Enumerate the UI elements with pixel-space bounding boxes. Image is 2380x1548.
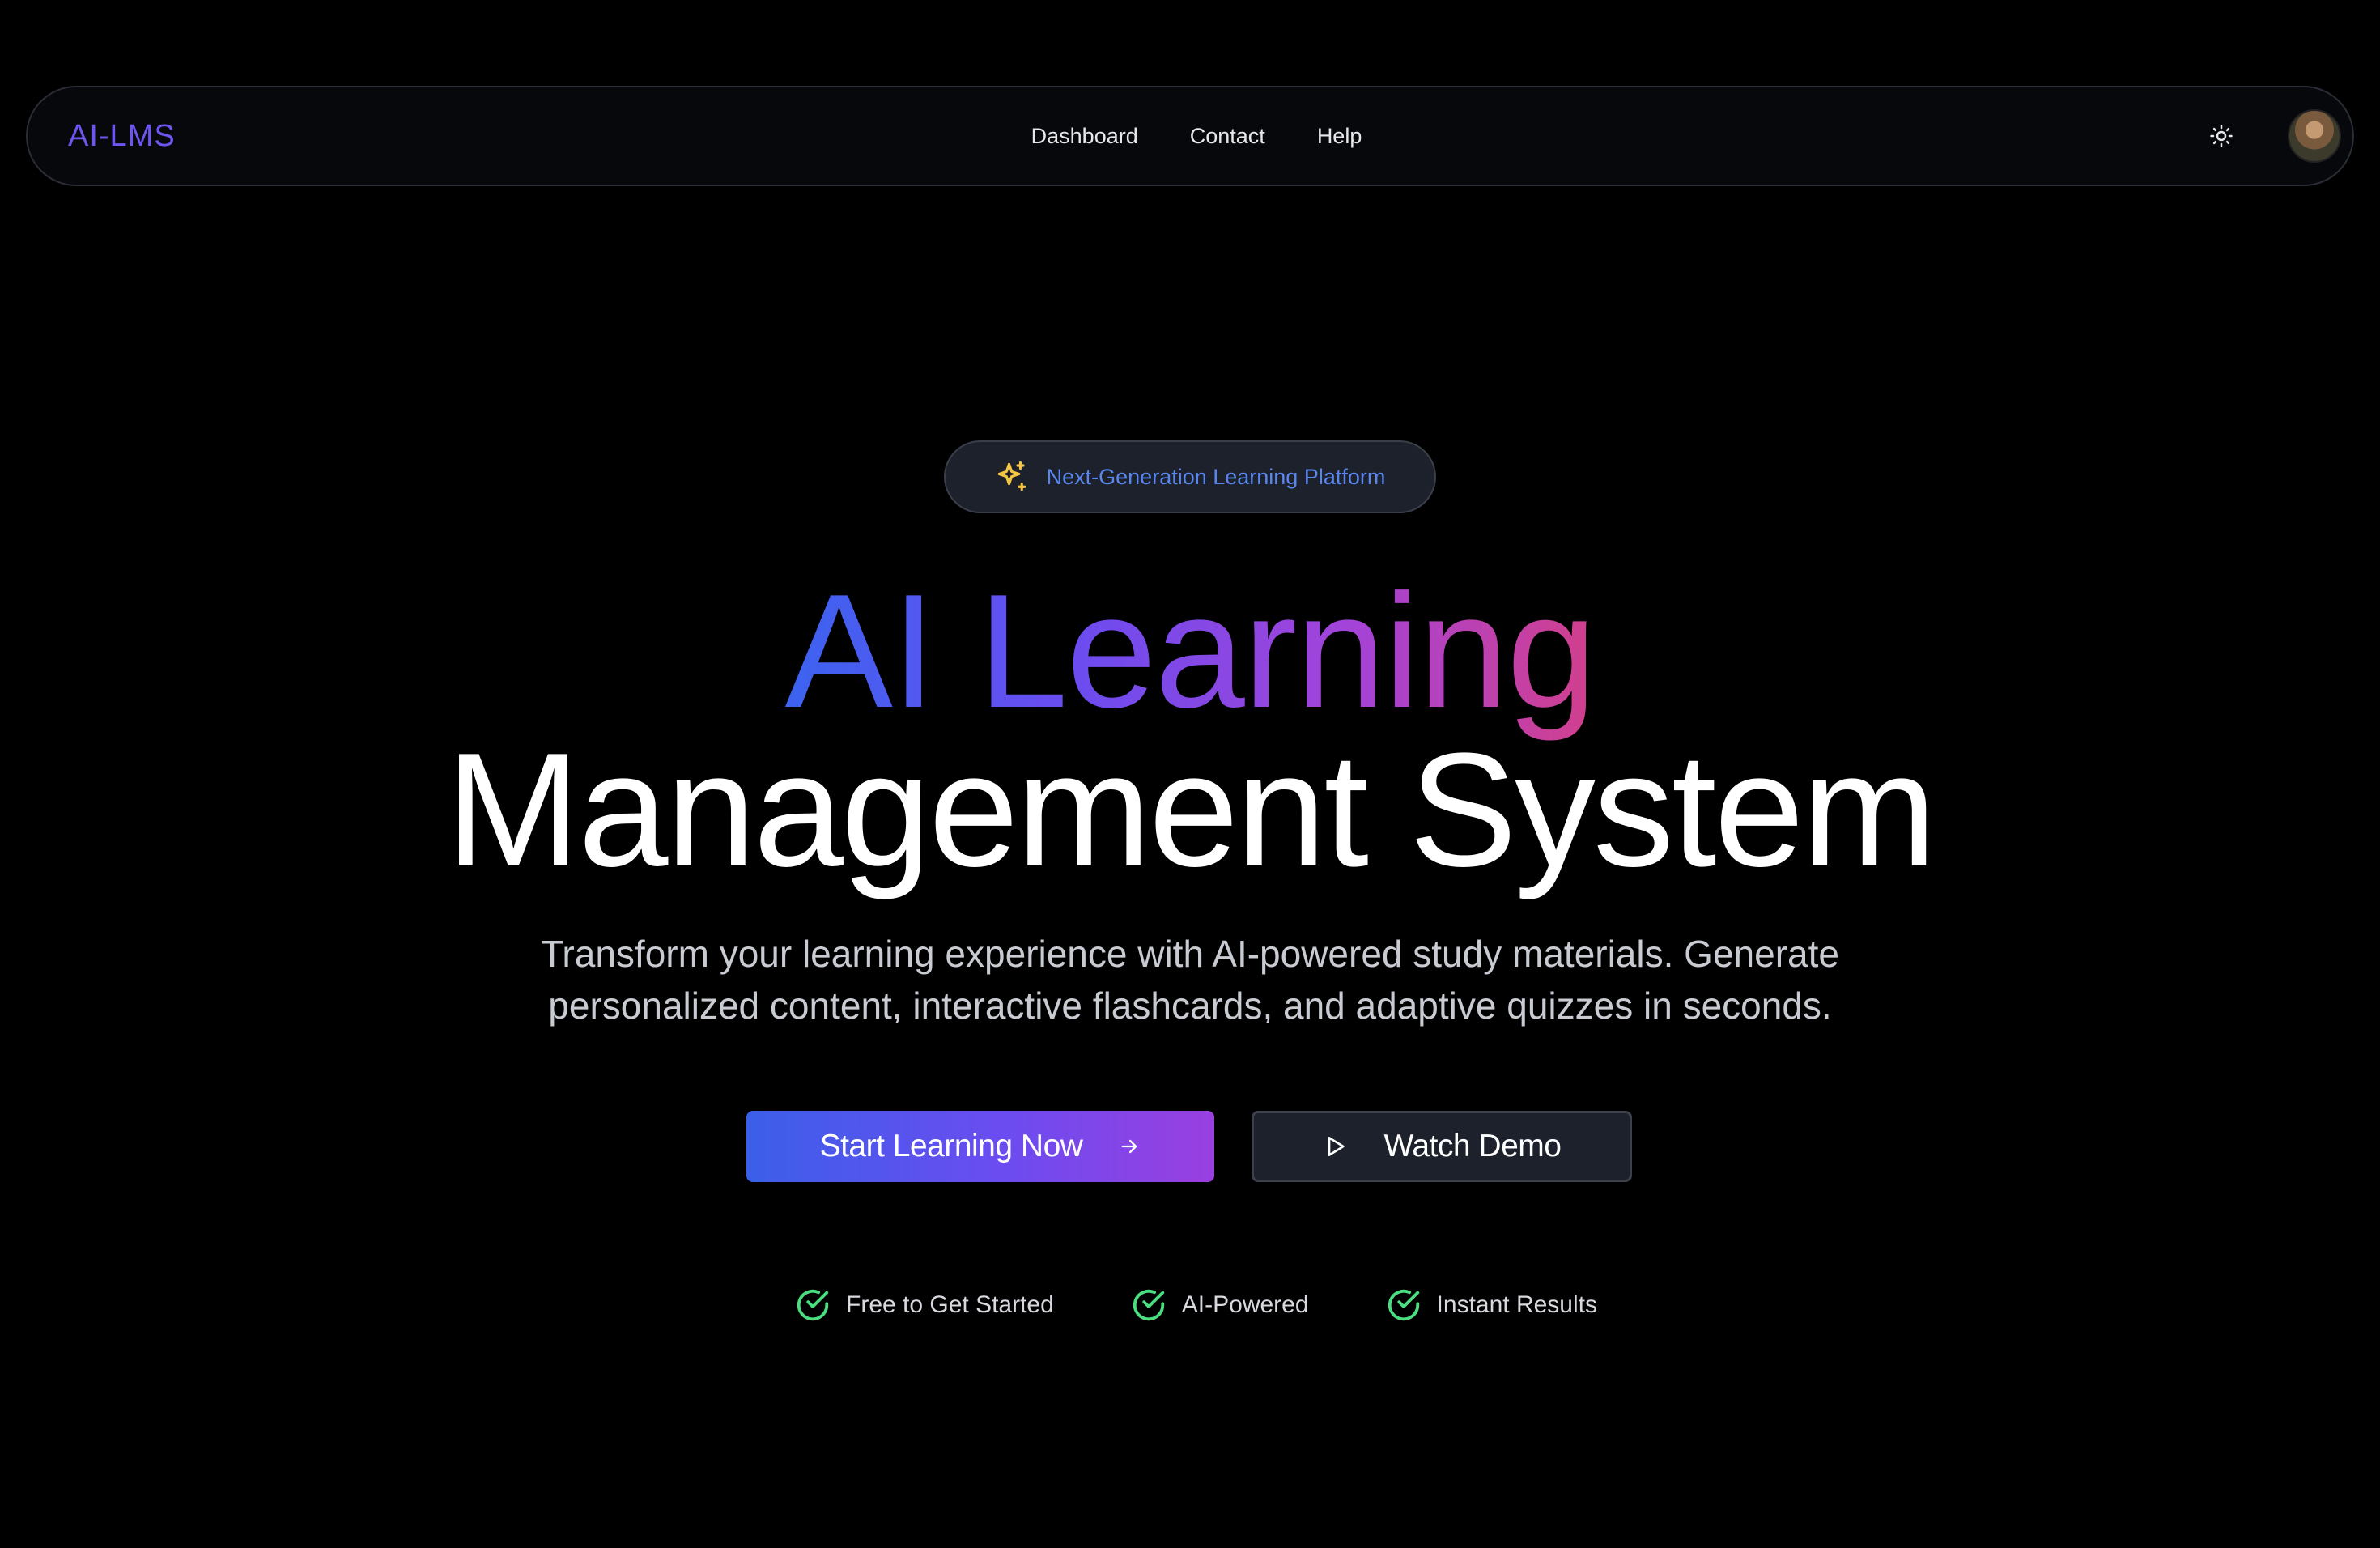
- headline-gradient: AI Learning: [784, 561, 1597, 742]
- start-learning-label: Start Learning Now: [819, 1129, 1083, 1163]
- sparkles-icon: [997, 461, 1026, 491]
- arrow-right-icon: [1122, 1139, 1137, 1154]
- feature-item: Instant Results: [1385, 1286, 1597, 1324]
- user-avatar[interactable]: [2288, 109, 2341, 163]
- nav-link-contact[interactable]: Contact: [1190, 124, 1265, 149]
- hero-subtitle: Transform your learning experience with …: [461, 928, 1919, 1031]
- feature-item: AI-Powered: [1130, 1286, 1309, 1324]
- platform-badge: Next-Generation Learning Platform: [944, 440, 1436, 513]
- watch-demo-button[interactable]: Watch Demo: [1252, 1111, 1632, 1182]
- feature-item: Free to Get Started: [794, 1286, 1054, 1324]
- feature-label: AI-Powered: [1181, 1291, 1309, 1318]
- nav-link-dashboard[interactable]: Dashboard: [1031, 124, 1138, 149]
- check-circle-icon: [1133, 1289, 1164, 1321]
- nav-link-help[interactable]: Help: [1317, 124, 1362, 149]
- theme-toggle-button[interactable]: [2202, 117, 2241, 155]
- feature-label: Instant Results: [1436, 1291, 1597, 1318]
- landing-page: AI-LMS Dashboard Contact Help Next-Gener…: [0, 0, 2380, 1548]
- check-circle-icon: [797, 1289, 829, 1321]
- play-icon: [1328, 1137, 1345, 1156]
- top-navbar: AI-LMS Dashboard Contact Help: [26, 86, 2354, 186]
- check-circle-icon: [1388, 1289, 1419, 1321]
- subtitle-line-1: Transform your learning experience with …: [541, 933, 1839, 975]
- feature-label: Free to Get Started: [846, 1291, 1054, 1318]
- sun-icon: [2210, 125, 2233, 147]
- headline-plain: Management System: [445, 720, 1937, 900]
- start-learning-button[interactable]: Start Learning Now: [746, 1111, 1214, 1182]
- nav-links: Dashboard Contact Help: [28, 87, 2352, 185]
- feature-list: Free to Get Started AI-Powered Instant R…: [0, 1284, 2380, 1326]
- badge-text: Next-Generation Learning Platform: [1046, 464, 1386, 489]
- watch-demo-label: Watch Demo: [1383, 1129, 1562, 1163]
- subtitle-line-2: personalized content, interactive flashc…: [548, 985, 1832, 1027]
